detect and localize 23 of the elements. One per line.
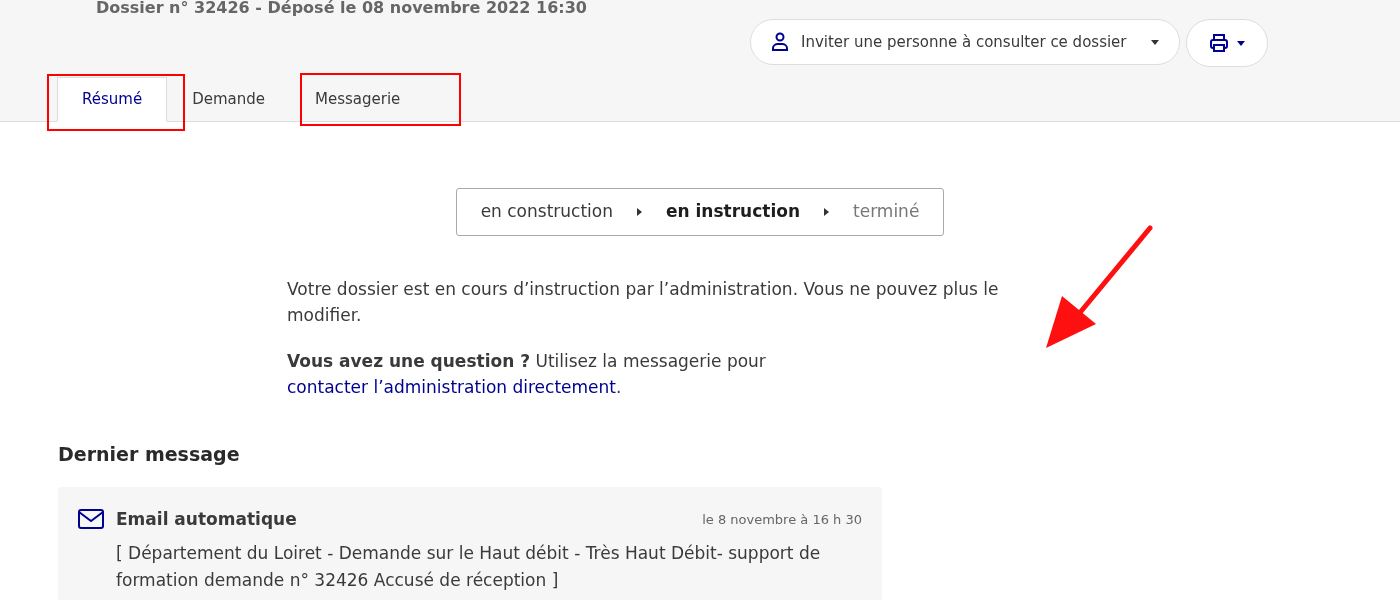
- sender-name: Email automatique: [116, 507, 297, 531]
- message-date: le 8 novembre à 16 h 30: [702, 510, 862, 529]
- tab[interactable]: Messagerie: [290, 77, 426, 122]
- status-step: en instruction: [666, 199, 800, 225]
- question-text: Vous avez une question ? Utilisez la messagerie pour contacter l’administration directement.: [287, 350, 767, 399]
- person-icon: [771, 32, 789, 52]
- triangle-icon: [824, 208, 829, 216]
- contact-link[interactable]: contacter l’administration directement: [287, 377, 616, 397]
- printer-icon: [1208, 33, 1229, 53]
- caret-icon: [1150, 39, 1159, 45]
- message-body: [ Département du Loiret - Demande sur le Haut débit - Très Haut Débit- support de formation demande n° 32426 Accusé de réception ]: [116, 542, 822, 592]
- status-step: terminé: [853, 199, 920, 225]
- tab[interactable]: Résumé: [57, 77, 168, 122]
- status-step: en construction: [480, 199, 613, 225]
- print-button[interactable]: [1185, 19, 1268, 67]
- triangle-icon: [637, 208, 642, 216]
- dossier-title: Dossier n° 32426 - Déposé le 08 novembre 2022 16:30: [96, 0, 587, 19]
- info-text: Votre dossier est en cours d’instruction par l’administration. Vous ne pouvez plus le modifier.: [287, 278, 1000, 327]
- envelope-icon: [78, 509, 104, 530]
- invite-button[interactable]: Inviter une personne à consulter ce dossier: [750, 19, 1180, 65]
- tab[interactable]: Demande: [167, 77, 290, 122]
- caret-icon: [1236, 40, 1245, 46]
- section-heading: Dernier message: [58, 442, 241, 467]
